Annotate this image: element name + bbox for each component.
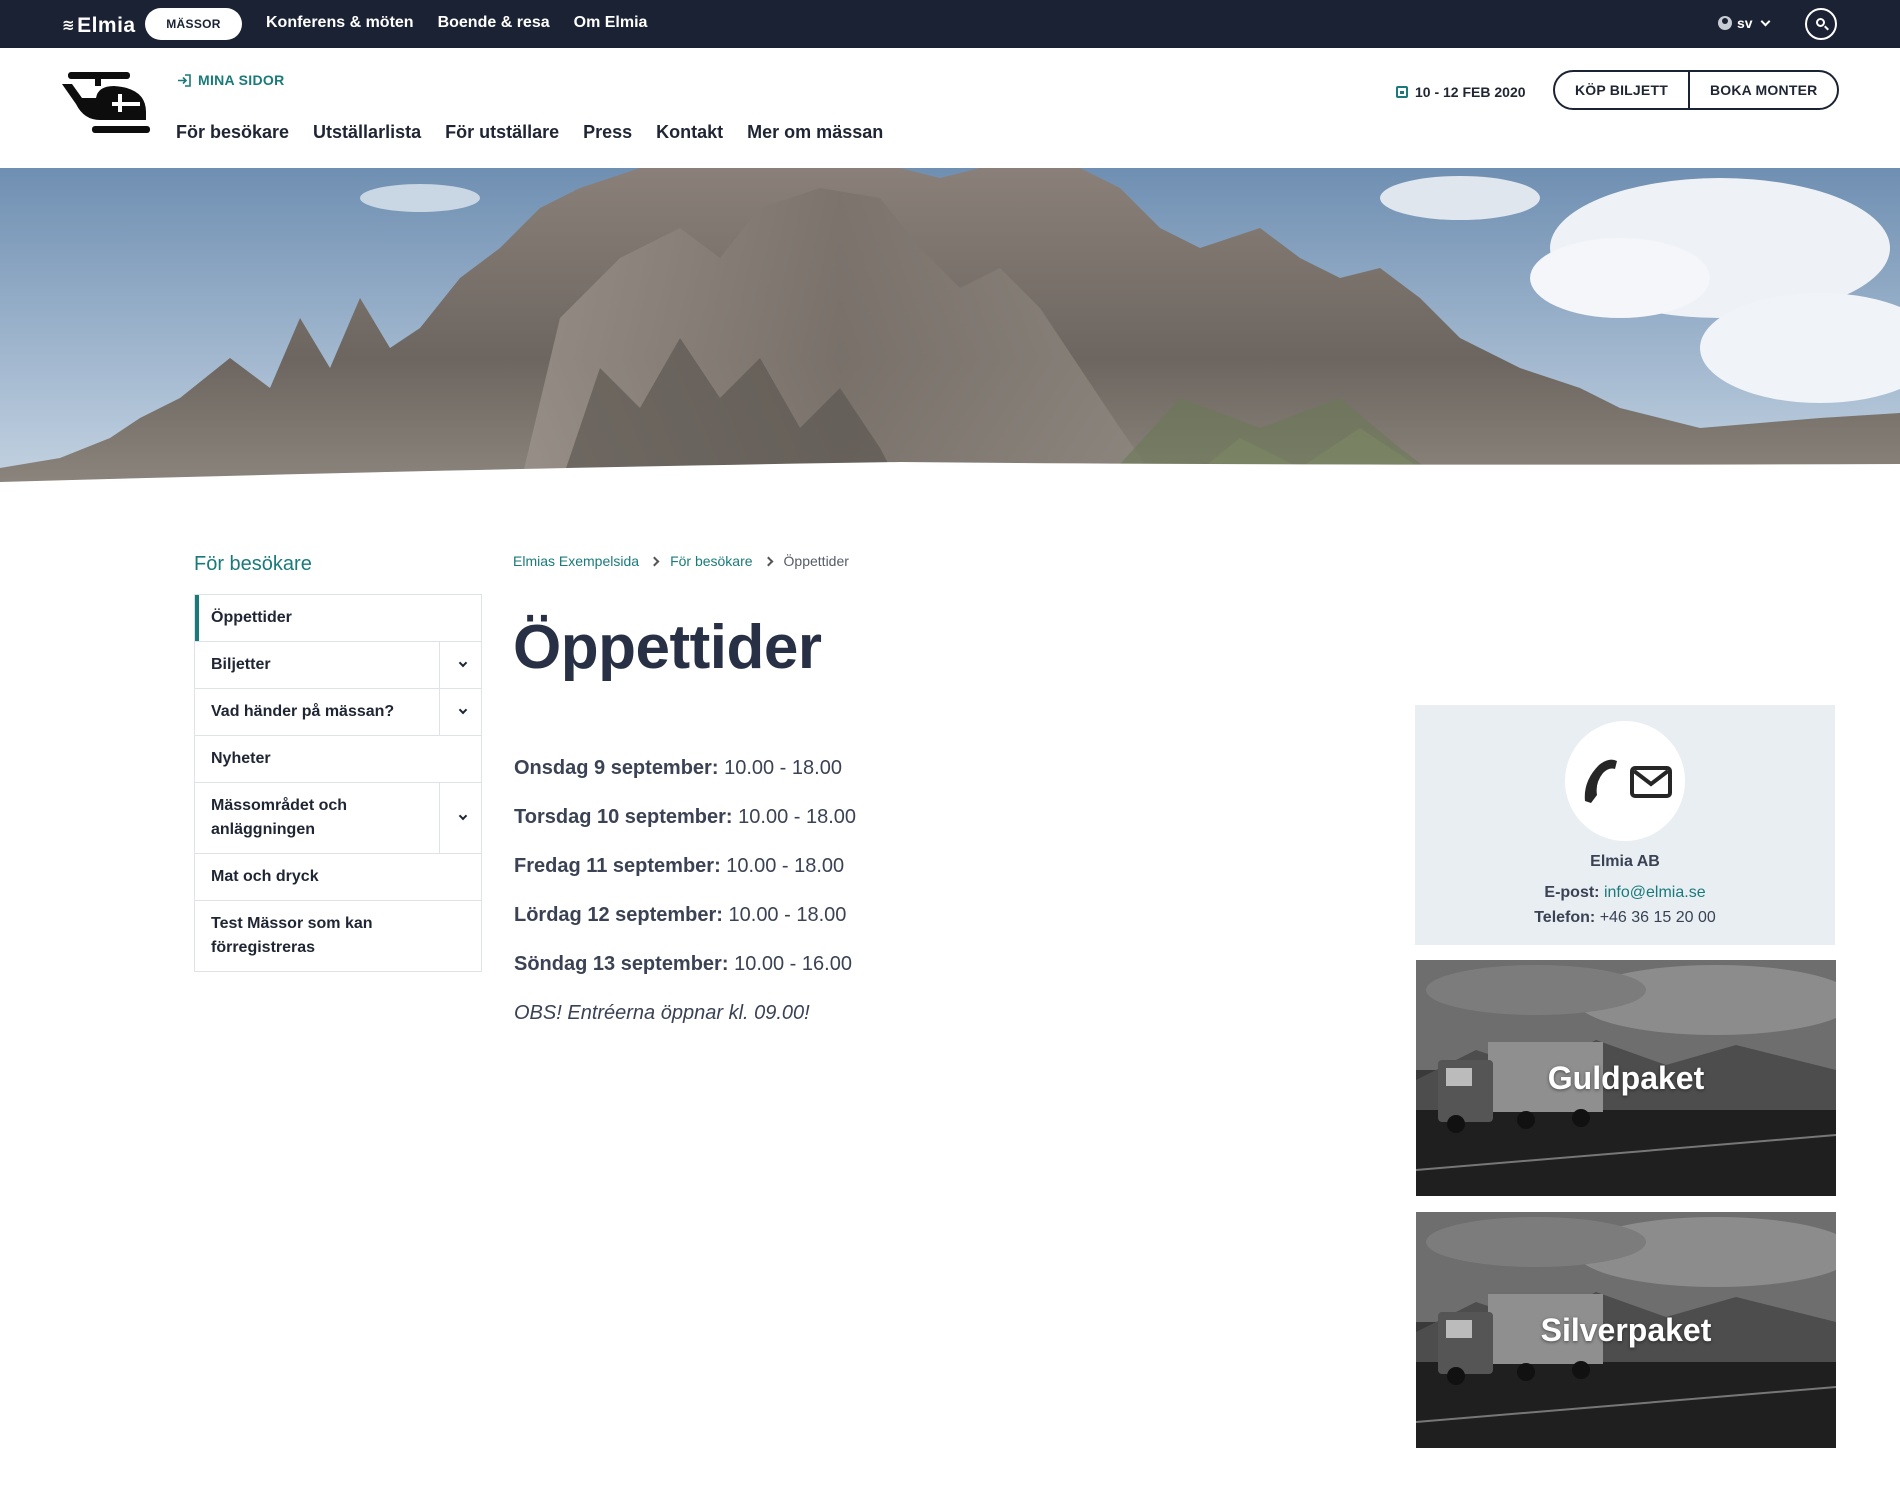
nav-for-utstallare[interactable]: För utställare: [445, 122, 559, 143]
header-button-group: KÖP BILJETT BOKA MONTER: [1553, 70, 1840, 110]
entrance-note: OBS! Entréerna öppnar kl. 09.00!: [514, 1002, 810, 1024]
sidebar-nav: Öppettider Biljetter Vad händer på mässa…: [194, 594, 482, 972]
sidebar-item-mat-och-dryck[interactable]: Mat och dryck: [195, 853, 481, 900]
sidebar-item-biljetter[interactable]: Biljetter: [195, 641, 481, 688]
book-booth-button[interactable]: BOKA MONTER: [1687, 72, 1837, 108]
page-title: Öppettider: [513, 613, 822, 682]
event-date: 10 - 12 FEB 2020: [1396, 84, 1526, 100]
chevron-down-icon: [458, 705, 467, 715]
sidebar-item-vad-hander[interactable]: Vad händer på mässan?: [195, 688, 481, 735]
hours-row: Torsdag 10 september: 10.00 - 18.00: [514, 806, 857, 828]
globe-icon: [1718, 16, 1732, 30]
mina-sidor-link[interactable]: MINA SIDOR: [177, 72, 284, 88]
hours-row: Onsdag 9 september: 10.00 - 18.00: [514, 757, 842, 779]
expand-toggle[interactable]: [439, 783, 481, 853]
chevron-down-icon: [458, 811, 467, 821]
breadcrumb-for-besokare[interactable]: För besökare: [670, 553, 752, 569]
breadcrumb: Elmias Exempelsida För besökare Öppettid…: [513, 553, 849, 569]
language-selector[interactable]: sv: [1718, 15, 1771, 31]
breadcrumb-home[interactable]: Elmias Exempelsida: [513, 553, 639, 569]
helicopter-logo-icon[interactable]: [62, 68, 152, 138]
contact-phone: Telefon: +46 36 15 20 00: [1534, 909, 1716, 926]
package-card-silver[interactable]: Silverpaket: [1416, 1212, 1836, 1448]
contact-icon-circle: [1565, 721, 1685, 841]
nav-mer-om-massan[interactable]: Mer om mässan: [747, 122, 883, 143]
sidebar-title[interactable]: För besökare: [194, 553, 312, 576]
chevron-down-icon: [458, 658, 467, 668]
login-icon: [178, 73, 191, 87]
top-link-om-elmia[interactable]: Om Elmia: [574, 14, 648, 32]
top-link-konferens[interactable]: Konferens & möten: [266, 14, 414, 32]
top-link-boende[interactable]: Boende & resa: [438, 14, 550, 32]
waves-icon: ≋: [62, 17, 76, 34]
opening-hours: Onsdag 9 september: 10.00 - 18.00 Torsda…: [514, 744, 856, 1038]
expand-toggle[interactable]: [439, 689, 481, 735]
nav-press[interactable]: Press: [583, 122, 632, 143]
chevron-right-icon: [649, 556, 660, 566]
breadcrumb-current: Öppettider: [783, 553, 849, 569]
contact-card: Elmia AB E-post: info@elmia.se Telefon: …: [1415, 705, 1835, 945]
calendar-icon: [1396, 86, 1408, 98]
massor-tab[interactable]: MÄSSOR: [145, 8, 242, 40]
hours-row: Fredag 11 september: 10.00 - 18.00: [514, 855, 845, 877]
language-label: sv: [1737, 15, 1753, 31]
chevron-down-icon: [1760, 16, 1771, 26]
site-header: MINA SIDOR För besökare Utställarlista F…: [0, 48, 1900, 168]
contact-name: Elmia AB: [1590, 853, 1660, 870]
phone-mail-icon: [1584, 759, 1672, 803]
nav-utstallarlista[interactable]: Utställarlista: [313, 122, 421, 143]
nav-kontakt[interactable]: Kontakt: [656, 122, 723, 143]
sidebar-item-massomradet[interactable]: Mässområdet och anläggningen: [195, 782, 481, 853]
main-nav: För besökare Utställarlista För utställa…: [176, 122, 883, 143]
contact-email: E-post: info@elmia.se: [1544, 884, 1706, 901]
chevron-right-icon: [763, 556, 773, 566]
buy-ticket-button[interactable]: KÖP BILJETT: [1555, 72, 1688, 108]
package-label: Guldpaket: [1547, 1060, 1705, 1096]
sidebar-item-test-massor[interactable]: Test Mässor som kan förregistreras: [195, 900, 481, 971]
search-button[interactable]: [1805, 8, 1837, 40]
top-links: Konferens & möten Boende & resa Om Elmia: [266, 14, 647, 32]
hours-row: Söndag 13 september: 10.00 - 16.00: [514, 953, 852, 975]
elmia-logo[interactable]: ≋Elmia: [62, 14, 136, 38]
email-link[interactable]: info@elmia.se: [1604, 884, 1706, 901]
package-card-gold[interactable]: Guldpaket: [1416, 960, 1836, 1196]
package-label: Silverpaket: [1540, 1312, 1712, 1348]
sidebar-item-oppettider[interactable]: Öppettider: [195, 595, 481, 641]
top-bar: ≋Elmia MÄSSOR Konferens & möten Boende &…: [0, 0, 1900, 48]
hero-mountain-image: [0, 168, 1900, 486]
hours-row: Lördag 12 september: 10.00 - 18.00: [514, 904, 847, 926]
expand-toggle[interactable]: [439, 642, 481, 688]
sidebar-item-nyheter[interactable]: Nyheter: [195, 735, 481, 782]
nav-for-besokare[interactable]: För besökare: [176, 122, 289, 143]
